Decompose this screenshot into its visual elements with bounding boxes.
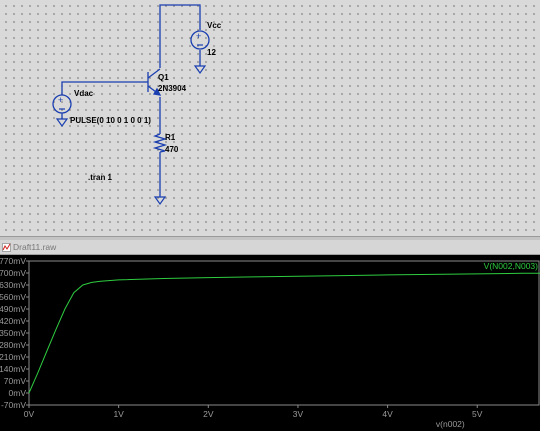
x-axis-title: v(n002) <box>436 419 465 429</box>
y-tick-label: 210mV <box>0 352 26 362</box>
y-tick-label: 630mV <box>0 280 26 290</box>
waveform-window-title: Draft11.raw <box>13 242 57 252</box>
x-tick-label: 2V <box>203 409 214 419</box>
r1-value-label[interactable]: 470 <box>165 145 179 154</box>
waveform-plot[interactable]: 770mV 700mV 630mV 560mV 490mV 420mV 350mV 280mV… <box>0 255 540 431</box>
voltage-source-vdac-symbol[interactable]: + <box>52 94 72 114</box>
vcc-ref-label[interactable]: Vcc <box>207 21 222 30</box>
r1-ref-label[interactable]: R1 <box>165 133 176 142</box>
y-tick-label: 560mV <box>0 292 26 302</box>
ground-icon <box>193 65 207 75</box>
vcc-value-label[interactable]: 12 <box>207 48 216 57</box>
vdac-value-label[interactable]: PULSE(0 10 0 1 0 0 1) <box>70 116 151 125</box>
y-tick-label: -70mV <box>1 400 26 410</box>
y-tick-label: 0mV <box>9 388 27 398</box>
vdac-ref-label[interactable]: Vdac <box>74 89 94 98</box>
resistor-r1-symbol[interactable] <box>152 133 168 153</box>
y-tick-label: 420mV <box>0 316 26 326</box>
y-tick-label: 140mV <box>0 364 26 374</box>
x-tick-label: 0V <box>24 409 35 419</box>
y-tick-label: 350mV <box>0 328 26 338</box>
ground-icon <box>153 196 167 206</box>
svg-text:+: + <box>196 31 201 41</box>
svg-text:+: + <box>58 95 63 105</box>
x-tick-label: 4V <box>382 409 393 419</box>
y-tick-label: 70mV <box>4 376 27 386</box>
q1-ref-label[interactable]: Q1 <box>158 73 169 82</box>
trace-label[interactable]: V(N002,N003) <box>484 261 539 271</box>
q1-model-label[interactable]: 2N3904 <box>158 84 187 93</box>
y-tick-label: 700mV <box>0 268 26 278</box>
x-tick-label: 1V <box>113 409 124 419</box>
y-tick-label: 770mV <box>0 256 26 266</box>
waveform-plot-pane[interactable]: 770mV 700mV 630mV 560mV 490mV 420mV 350mV 280mV… <box>0 255 540 431</box>
waveform-titlebar[interactable]: Draft11.raw <box>0 240 540 255</box>
ground-icon <box>55 118 69 128</box>
voltage-source-vcc-symbol[interactable]: + <box>190 30 210 50</box>
plot-frame <box>28 260 540 406</box>
waveform-window-icon <box>2 242 11 252</box>
y-tick-label: 280mV <box>0 340 26 350</box>
x-tick-label: 3V <box>293 409 304 419</box>
schematic-canvas[interactable]: + + Q1 2N3904 Vcc 12 Vdac PULSE(0 10 0 1… <box>0 0 540 236</box>
y-tick-label: 490mV <box>0 304 26 314</box>
trace-v-n002-n003[interactable] <box>28 272 540 394</box>
x-tick-label: 5V <box>472 409 483 419</box>
wires <box>61 4 201 197</box>
schematic-editor[interactable]: + + Q1 2N3904 Vcc 12 Vdac PULSE(0 10 0 1… <box>0 0 540 236</box>
spice-directive[interactable]: .tran 1 <box>88 173 113 182</box>
